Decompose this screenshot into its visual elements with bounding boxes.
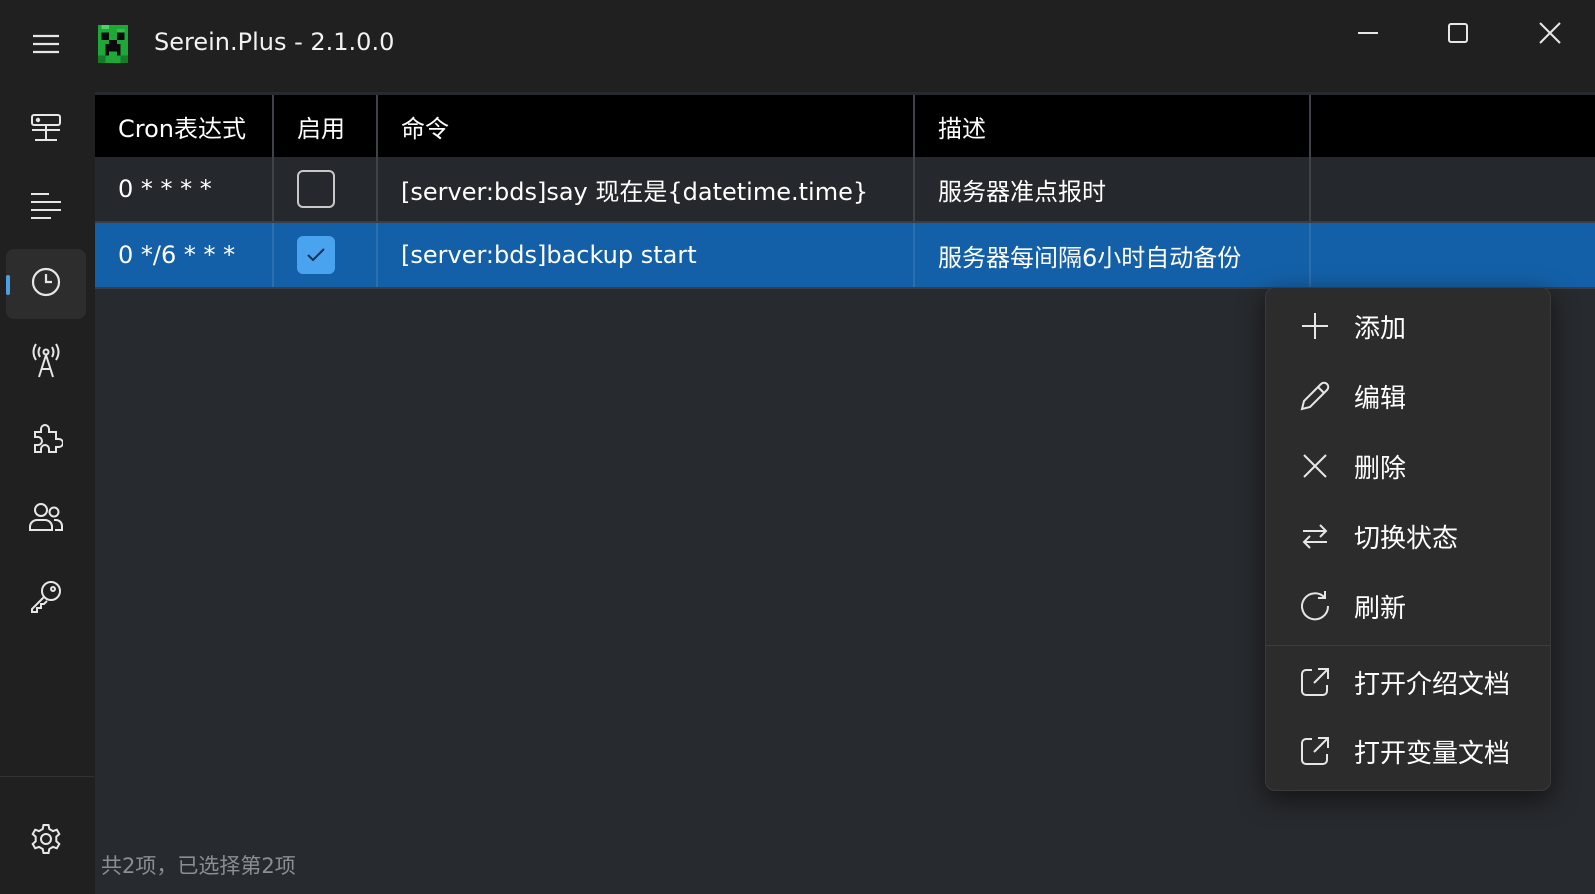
cell-cron: 0 */6 * * * <box>95 223 274 287</box>
plus-icon <box>1291 311 1339 341</box>
menu-item-label: 打开介绍文档 <box>1354 669 1511 700</box>
app-title: Serein.Plus - 2.1.0.0 <box>154 28 395 56</box>
column-header-description[interactable]: 描述 <box>915 95 1311 157</box>
column-header-filler <box>1311 95 1595 157</box>
checkmark-icon <box>307 248 325 262</box>
nav-item-console[interactable] <box>6 173 86 243</box>
nav-item-schedules[interactable] <box>6 249 86 319</box>
navigation-sidebar <box>0 92 94 894</box>
status-text: 共2项，已选择第2项 <box>101 854 296 878</box>
key-icon <box>29 579 63 617</box>
external-link-icon <box>1291 666 1339 698</box>
external-link-icon <box>1291 735 1339 767</box>
cell-description: 服务器每间隔6小时自动备份 <box>915 223 1311 287</box>
menu-item-label: 编辑 <box>1354 383 1407 414</box>
nav-item-plugins[interactable] <box>6 405 86 475</box>
swap-icon <box>1291 521 1339 551</box>
column-header-enabled[interactable]: 启用 <box>274 95 378 157</box>
refresh-icon <box>1291 589 1339 623</box>
table-header: Cron表达式 启用 命令 描述 <box>95 95 1595 157</box>
nav-item-permissions[interactable] <box>6 563 86 633</box>
enabled-checkbox[interactable] <box>297 236 335 274</box>
cell-cron: 0 * * * * <box>95 157 274 221</box>
menu-item-label: 打开变量文档 <box>1354 738 1511 769</box>
table-row-selected[interactable]: 0 */6 * * * [server:bds]backup start 服务器… <box>95 223 1595 289</box>
cell-description: 服务器准点报时 <box>915 157 1311 221</box>
puzzle-icon <box>29 421 64 459</box>
x-icon <box>1291 452 1339 480</box>
menu-item-refresh[interactable]: 刷新 <box>1270 576 1546 636</box>
title-bar: Serein.Plus - 2.1.0.0 <box>0 0 1595 92</box>
menu-item-label: 刷新 <box>1354 593 1407 624</box>
menu-item-toggle-status[interactable]: 切换状态 <box>1270 506 1546 566</box>
cell-command: [server:bds]say 现在是{datetime.time} <box>378 157 915 221</box>
table-row[interactable]: 0 * * * * [server:bds]say 现在是{datetime.t… <box>95 157 1595 223</box>
antenna-icon <box>30 343 62 383</box>
context-menu: 添加 编辑 删除 切换状态 刷新 打开介绍文档 打开变量文档 <box>1265 287 1551 791</box>
gear-icon <box>29 822 63 860</box>
server-icon <box>29 112 63 148</box>
active-nav-indicator <box>6 275 10 295</box>
menu-item-open-intro-docs[interactable]: 打开介绍文档 <box>1270 652 1546 712</box>
close-button[interactable] <box>1510 8 1590 58</box>
nav-item-servers[interactable] <box>6 95 86 165</box>
column-header-command[interactable]: 命令 <box>378 95 915 157</box>
enabled-checkbox[interactable] <box>297 170 335 208</box>
column-header-cron[interactable]: Cron表达式 <box>95 95 274 157</box>
nav-item-settings[interactable] <box>6 806 86 876</box>
menu-item-label: 切换状态 <box>1354 523 1459 554</box>
pencil-icon <box>1291 380 1339 412</box>
clock-icon <box>30 266 62 302</box>
creeper-logo-icon <box>97 25 129 63</box>
nav-divider <box>0 776 94 777</box>
console-list-icon <box>29 191 63 225</box>
users-icon <box>28 501 64 537</box>
cell-command: [server:bds]backup start <box>378 223 915 287</box>
menu-item-label: 添加 <box>1354 313 1407 344</box>
menu-item-add[interactable]: 添加 <box>1270 296 1546 356</box>
menu-item-edit[interactable]: 编辑 <box>1270 366 1546 426</box>
minimize-button[interactable] <box>1328 8 1408 58</box>
menu-item-open-variable-docs[interactable]: 打开变量文档 <box>1270 721 1546 781</box>
menu-item-delete[interactable]: 删除 <box>1270 436 1546 496</box>
hamburger-menu-icon[interactable] <box>20 24 72 64</box>
maximize-button[interactable] <box>1418 8 1498 58</box>
nav-item-members[interactable] <box>6 484 86 554</box>
nav-item-connection[interactable] <box>6 328 86 398</box>
menu-item-label: 删除 <box>1354 453 1407 484</box>
menu-separator <box>1266 645 1550 646</box>
